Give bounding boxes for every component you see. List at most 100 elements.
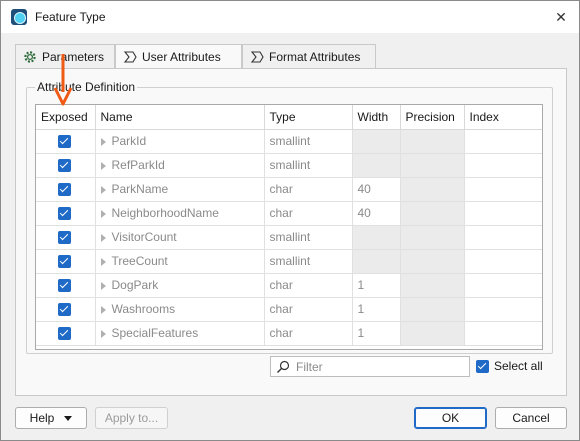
table-row[interactable]: ParkId smallint — [36, 129, 542, 154]
name-cell[interactable]: VisitorCount — [95, 225, 265, 250]
name-cell[interactable]: Washrooms — [95, 297, 265, 322]
attribute-name: SpecialFeatures — [111, 326, 199, 340]
type-cell[interactable]: char — [264, 201, 353, 226]
index-cell[interactable] — [464, 177, 542, 202]
precision-cell — [400, 273, 465, 298]
exposed-cell[interactable] — [36, 201, 96, 226]
column-header-type[interactable]: Type — [264, 105, 353, 130]
exposed-checkbox[interactable] — [58, 279, 72, 293]
width-cell[interactable]: 1 — [352, 297, 401, 322]
exposed-checkbox[interactable] — [58, 183, 72, 197]
filter-box[interactable] — [270, 356, 470, 377]
user-attributes-panel: Attribute Definition Exposed Name Type W… — [15, 68, 567, 396]
help-button[interactable]: Help — [15, 407, 87, 429]
exposed-cell[interactable] — [36, 177, 96, 202]
type-cell[interactable]: smallint — [264, 153, 353, 178]
attribute-table: Exposed Name Type Width Precision Index … — [35, 104, 543, 350]
exposed-checkbox[interactable] — [58, 327, 72, 341]
expand-arrow-icon[interactable] — [100, 137, 106, 146]
exposed-cell[interactable] — [36, 249, 96, 274]
name-cell[interactable]: TreeCount — [95, 249, 265, 274]
type-cell[interactable]: char — [264, 321, 353, 346]
type-cell[interactable]: smallint — [264, 129, 353, 154]
search-icon — [276, 360, 290, 374]
column-header-index[interactable]: Index — [464, 105, 542, 130]
table-row[interactable]: DogPark char 1 — [36, 273, 542, 298]
cancel-button[interactable]: Cancel — [495, 407, 567, 429]
tab-user-attributes[interactable]: User Attributes — [115, 44, 242, 69]
table-header-row: Exposed Name Type Width Precision Index — [36, 105, 542, 130]
type-cell[interactable]: smallint — [264, 225, 353, 250]
name-cell[interactable]: SpecialFeatures — [95, 321, 265, 346]
title-bar: Feature Type ✕ — [1, 1, 579, 33]
expand-arrow-icon[interactable] — [100, 329, 106, 338]
index-cell[interactable] — [464, 225, 542, 250]
expand-arrow-icon[interactable] — [100, 257, 106, 266]
exposed-checkbox[interactable] — [58, 231, 72, 245]
apply-to-button[interactable]: Apply to... — [95, 407, 168, 429]
exposed-checkbox[interactable] — [58, 303, 72, 317]
table-row[interactable]: RefParkId smallint — [36, 153, 542, 178]
window-title: Feature Type — [35, 10, 106, 24]
tab-format-attributes-label: Format Attributes — [269, 49, 361, 64]
index-cell[interactable] — [464, 129, 542, 154]
index-cell[interactable] — [464, 201, 542, 226]
exposed-cell[interactable] — [36, 225, 96, 250]
close-icon[interactable]: ✕ — [553, 9, 569, 25]
name-cell[interactable]: NeighborhoodName — [95, 201, 265, 226]
expand-arrow-icon[interactable] — [100, 209, 106, 218]
precision-cell — [400, 201, 465, 226]
table-row[interactable]: SpecialFeatures char 1 — [36, 321, 542, 346]
expand-arrow-icon[interactable] — [100, 281, 106, 290]
name-cell[interactable]: ParkName — [95, 177, 265, 202]
type-cell[interactable]: char — [264, 177, 353, 202]
index-cell[interactable] — [464, 249, 542, 274]
type-cell[interactable]: char — [264, 297, 353, 322]
index-cell[interactable] — [464, 321, 542, 346]
expand-arrow-icon[interactable] — [100, 185, 106, 194]
width-cell[interactable]: 40 — [352, 201, 401, 226]
table-row[interactable]: Washrooms char 1 — [36, 297, 542, 322]
help-button-label: Help — [29, 411, 55, 425]
name-cell[interactable]: DogPark — [95, 273, 265, 298]
table-row[interactable]: NeighborhoodName char 40 — [36, 201, 542, 226]
column-header-exposed[interactable]: Exposed — [36, 105, 96, 130]
filter-input[interactable] — [294, 358, 464, 375]
exposed-cell[interactable] — [36, 297, 96, 322]
exposed-cell[interactable] — [36, 153, 96, 178]
index-cell[interactable] — [464, 153, 542, 178]
column-header-width[interactable]: Width — [352, 105, 401, 130]
expand-arrow-icon[interactable] — [100, 233, 106, 242]
exposed-checkbox[interactable] — [58, 135, 72, 149]
ok-button[interactable]: OK — [414, 407, 487, 429]
index-cell[interactable] — [464, 273, 542, 298]
attribute-name: VisitorCount — [111, 230, 177, 244]
name-cell[interactable]: ParkId — [95, 129, 265, 154]
table-row[interactable]: VisitorCount smallint — [36, 225, 542, 250]
type-cell[interactable]: char — [264, 273, 353, 298]
type-cell[interactable]: smallint — [264, 249, 353, 274]
exposed-cell[interactable] — [36, 129, 96, 154]
attribute-name: Washrooms — [111, 302, 176, 316]
width-cell[interactable]: 1 — [352, 321, 401, 346]
exposed-checkbox[interactable] — [58, 207, 72, 221]
column-header-precision[interactable]: Precision — [400, 105, 465, 130]
expand-arrow-icon[interactable] — [100, 161, 106, 170]
tab-parameters[interactable]: Parameters — [15, 44, 115, 68]
attribute-name: NeighborhoodName — [111, 206, 219, 220]
select-all-checkbox[interactable] — [476, 359, 489, 373]
select-all-toggle[interactable]: Select all — [476, 359, 543, 373]
tab-format-attributes[interactable]: Format Attributes — [242, 44, 376, 68]
column-header-name[interactable]: Name — [95, 105, 265, 130]
width-cell[interactable]: 1 — [352, 273, 401, 298]
table-row[interactable]: TreeCount smallint — [36, 249, 542, 274]
exposed-cell[interactable] — [36, 273, 96, 298]
exposed-checkbox[interactable] — [58, 159, 72, 173]
exposed-cell[interactable] — [36, 321, 96, 346]
width-cell[interactable]: 40 — [352, 177, 401, 202]
exposed-checkbox[interactable] — [58, 255, 72, 269]
name-cell[interactable]: RefParkId — [95, 153, 265, 178]
expand-arrow-icon[interactable] — [100, 305, 106, 314]
index-cell[interactable] — [464, 297, 542, 322]
table-row[interactable]: ParkName char 40 — [36, 177, 542, 202]
